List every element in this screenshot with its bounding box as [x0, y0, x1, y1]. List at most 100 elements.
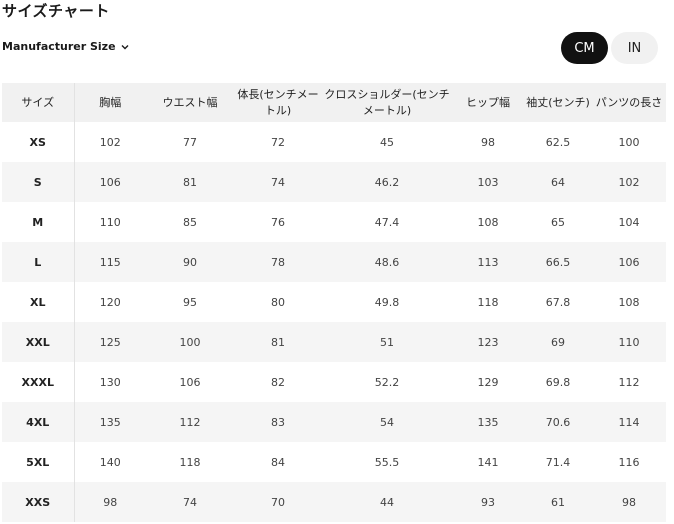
measurement-cell: 108	[477, 215, 499, 229]
measurement-cell: 116	[618, 455, 640, 469]
table-row: XL 120 95 80 49.8 118 67.8 108	[2, 282, 666, 322]
measurement-cell: 118	[477, 295, 499, 309]
size-system-label: Manufacturer Size	[2, 40, 116, 53]
measurement-cell: 129	[477, 375, 499, 389]
size-label-cell: XL	[2, 282, 75, 322]
measurement-cell: 66.5	[524, 242, 592, 282]
measurement-cell: 62.5	[545, 135, 571, 149]
table-header-row: サイズ 胸幅 ウエスト幅 体長(センチメートル) クロスショルダー(センチメートル) ヒッ…	[2, 83, 666, 122]
table-row: S 106 81 74 46.2 103 64 102	[2, 162, 666, 202]
unit-cm-button[interactable]: CM	[561, 32, 608, 64]
measurement-cell: 83	[234, 402, 322, 442]
measurement-cell: 118	[179, 455, 201, 469]
measurement-cell: 77	[183, 135, 197, 149]
measurement-cell: 67.8	[545, 295, 571, 309]
measurement-cell: 140	[99, 455, 121, 469]
size-label-cell: XXS	[2, 482, 75, 522]
unit-toggle: CM IN	[561, 32, 658, 64]
table-row: XS 102 77 72 45 98 62.5 100	[2, 122, 666, 162]
measurement-cell: 81	[146, 162, 234, 202]
size-label-cell: 4XL	[2, 402, 75, 442]
measurement-cell: 61	[524, 482, 592, 522]
measurement-cell: 103	[452, 162, 524, 202]
measurement-cell: 51	[322, 322, 452, 362]
column-header: 胸幅	[74, 83, 146, 122]
measurement-cell: 69.8	[545, 375, 571, 389]
size-label-cell: XXL	[2, 322, 75, 362]
size-label-cell: 5XL	[2, 442, 75, 482]
measurement-cell: 76	[271, 215, 285, 229]
table-row: XXL 125 100 81 51 123 69 110	[2, 322, 666, 362]
unit-in-button[interactable]: IN	[611, 32, 658, 64]
measurement-cell: 114	[592, 402, 666, 442]
measurement-cell: 82	[271, 375, 285, 389]
measurement-cell: 135	[74, 402, 146, 442]
measurement-cell: 120	[99, 295, 121, 309]
measurement-cell: 85	[183, 215, 197, 229]
size-label-cell: XS	[2, 122, 75, 162]
measurement-cell: 69	[524, 322, 592, 362]
measurement-cell: 100	[146, 322, 234, 362]
measurement-cell: 98	[592, 482, 666, 522]
table-row: M 110 85 76 47.4 108 65 104	[2, 202, 666, 242]
measurement-cell: 98	[481, 135, 495, 149]
table-row: XXS 98 74 70 44 93 61 98	[2, 482, 666, 522]
measurement-cell: 81	[234, 322, 322, 362]
measurement-cell: 115	[74, 242, 146, 282]
column-header: クロスショルダー(センチメートル)	[322, 83, 452, 122]
measurement-cell: 44	[322, 482, 452, 522]
chevron-down-icon	[120, 42, 130, 52]
size-chart-table: サイズ 胸幅 ウエスト幅 体長(センチメートル) クロスショルダー(センチメートル) ヒッ…	[2, 83, 666, 522]
measurement-cell: 106	[179, 375, 201, 389]
table-row: 5XL 140 118 84 55.5 141 71.4 116	[2, 442, 666, 482]
measurement-cell: 102	[99, 135, 121, 149]
page-title: サイズチャート	[2, 2, 110, 20]
measurement-cell: 110	[99, 215, 121, 229]
size-system-dropdown[interactable]: Manufacturer Size	[2, 40, 130, 53]
measurement-cell: 135	[452, 402, 524, 442]
measurement-cell: 55.5	[374, 455, 400, 469]
measurement-cell: 70.6	[524, 402, 592, 442]
column-header: 体長(センチメートル)	[234, 83, 322, 122]
measurement-cell: 102	[592, 162, 666, 202]
measurement-cell: 84	[271, 455, 285, 469]
column-header: ヒップ幅	[452, 83, 524, 122]
measurement-cell: 106	[592, 242, 666, 282]
measurement-cell: 98	[74, 482, 146, 522]
measurement-cell: 65	[551, 215, 565, 229]
column-header: ウエスト幅	[146, 83, 234, 122]
column-header: パンツの長さ	[592, 83, 666, 122]
measurement-cell: 48.6	[322, 242, 452, 282]
table-body: XS 102 77 72 45 98 62.5 100 S 106 81 74 46.2 103 64 102…	[2, 122, 666, 522]
measurement-cell: 104	[618, 215, 640, 229]
measurement-cell: 112	[618, 375, 640, 389]
measurement-cell: 100	[618, 135, 640, 149]
measurement-cell: 71.4	[545, 455, 571, 469]
table-row: 4XL 135 112 83 54 135 70.6 114	[2, 402, 666, 442]
measurement-cell: 47.4	[374, 215, 400, 229]
size-label-cell: M	[2, 202, 75, 242]
table-row: XXXL 130 106 82 52.2 129 69.8 112	[2, 362, 666, 402]
measurement-cell: 80	[271, 295, 285, 309]
measurement-cell: 54	[322, 402, 452, 442]
measurement-cell: 141	[477, 455, 499, 469]
measurement-cell: 74	[234, 162, 322, 202]
measurement-cell: 125	[74, 322, 146, 362]
measurement-cell: 110	[592, 322, 666, 362]
measurement-cell: 130	[99, 375, 121, 389]
measurement-cell: 64	[524, 162, 592, 202]
measurement-cell: 52.2	[374, 375, 400, 389]
measurement-cell: 108	[618, 295, 640, 309]
measurement-cell: 93	[452, 482, 524, 522]
size-label-cell: L	[2, 242, 75, 282]
measurement-cell: 45	[380, 135, 394, 149]
measurement-cell: 49.8	[374, 295, 400, 309]
size-label-cell: S	[2, 162, 75, 202]
column-header: サイズ	[2, 83, 75, 122]
measurement-cell: 112	[146, 402, 234, 442]
table-row: L 115 90 78 48.6 113 66.5 106	[2, 242, 666, 282]
measurement-cell: 106	[74, 162, 146, 202]
column-header: 袖丈(センチ)	[524, 83, 592, 122]
measurement-cell: 72	[271, 135, 285, 149]
measurement-cell: 95	[183, 295, 197, 309]
